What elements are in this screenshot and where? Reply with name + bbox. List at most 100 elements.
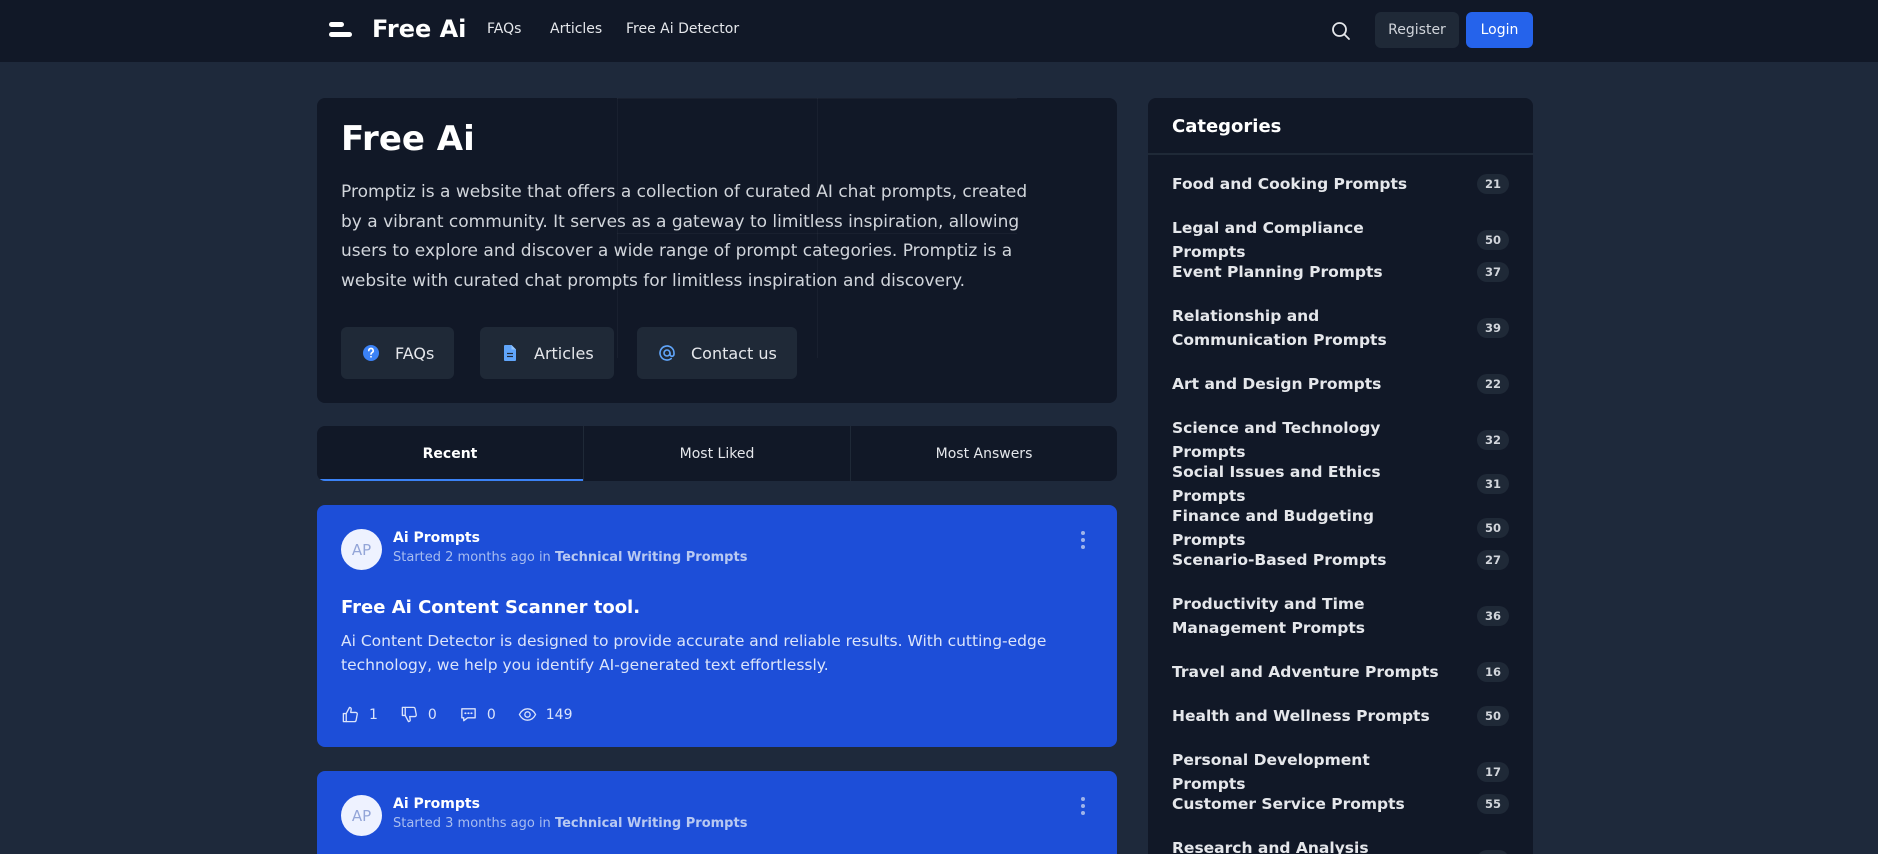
hero-title: Free Ai: [341, 119, 475, 159]
category-count-badge: 37: [1477, 262, 1509, 282]
tab-recent[interactable]: Recent: [317, 426, 584, 481]
category-label: Productivity and Time Management Prompts: [1172, 595, 1366, 637]
comment-icon: [461, 708, 476, 722]
avatar[interactable]: AP: [341, 529, 382, 570]
category-count-badge: 39: [1477, 318, 1509, 338]
dislike-button[interactable]: 0: [400, 705, 437, 724]
category-label: Travel and Adventure Prompts: [1172, 663, 1439, 681]
more-options-icon[interactable]: [1080, 797, 1086, 815]
category-label: Science and Technology Prompts: [1172, 419, 1381, 461]
dislike-count: 0: [427, 706, 437, 723]
nav-link-faqs[interactable]: FAQs: [487, 20, 521, 38]
category-label: Personal Development Prompts: [1172, 751, 1370, 793]
post-started-text: Started 2 months ago in: [393, 550, 551, 565]
brand-name[interactable]: Free Ai: [372, 14, 466, 44]
category-item[interactable]: Research and Analysis Prompts 39: [1172, 836, 1509, 854]
category-item[interactable]: Productivity and Time Management Prompts…: [1172, 592, 1509, 640]
login-button[interactable]: Login: [1466, 12, 1533, 48]
category-count-badge: 50: [1477, 518, 1509, 538]
category-label: Social Issues and Ethics Prompts: [1172, 463, 1381, 505]
hero-contact-label: Contact us: [691, 343, 777, 363]
thumbs-up-icon: [342, 706, 358, 723]
category-count-badge: 17: [1477, 762, 1509, 782]
post-card[interactable]: AP Ai Prompts Started 3 months ago in Te…: [317, 771, 1117, 854]
category-label: Event Planning Prompts: [1172, 263, 1383, 281]
hero-card: Free Ai Promptiz is a website that offer…: [317, 98, 1117, 403]
category-label: Food and Cooking Prompts: [1172, 175, 1408, 193]
category-count-badge: 39: [1477, 850, 1509, 854]
category-label: Customer Service Prompts: [1172, 795, 1405, 813]
post-meta: Started 2 months ago in Technical Writin…: [393, 549, 747, 567]
hero-faqs-button[interactable]: FAQs: [341, 327, 455, 379]
post-sort-tabs: Recent Most Liked Most Answers: [317, 426, 1117, 481]
sidebar-title: Categories: [1172, 116, 1282, 137]
category-count-badge: 16: [1477, 662, 1509, 682]
top-navbar: Free Ai FAQs Articles Free Ai Detector R…: [0, 0, 1878, 62]
category-count-badge: 21: [1477, 174, 1509, 194]
category-item[interactable]: Customer Service Prompts 55: [1172, 792, 1509, 816]
category-item[interactable]: Relationship and Communication Prompts 3…: [1172, 304, 1509, 352]
category-item[interactable]: Scenario-Based Prompts 27: [1172, 548, 1509, 572]
post-stats: 1 0 0 149: [341, 705, 573, 724]
search-icon[interactable]: [1329, 19, 1353, 43]
sidebar-divider: [1148, 153, 1533, 155]
post-meta: Started 3 months ago in Technical Writin…: [393, 815, 747, 833]
category-count-badge: 50: [1477, 230, 1509, 250]
comments-button[interactable]: 0: [459, 705, 496, 724]
category-item[interactable]: Travel and Adventure Prompts 16: [1172, 660, 1509, 684]
question-circle-icon: [363, 345, 379, 361]
category-count-badge: 36: [1477, 606, 1509, 626]
category-label: Relationship and Communication Prompts: [1172, 307, 1387, 349]
category-label: Art and Design Prompts: [1172, 375, 1382, 393]
post-category-link[interactable]: Technical Writing Prompts: [555, 816, 748, 831]
category-item[interactable]: Social Issues and Ethics Prompts 31: [1172, 460, 1509, 508]
category-item[interactable]: Finance and Budgeting Prompts 50: [1172, 504, 1509, 552]
category-item[interactable]: Event Planning Prompts 37: [1172, 260, 1509, 284]
like-count: 1: [369, 706, 378, 723]
at-sign-icon: [659, 345, 675, 361]
register-button[interactable]: Register: [1375, 12, 1459, 48]
category-label: Scenario-Based Prompts: [1172, 551, 1387, 569]
category-count-badge: 32: [1477, 430, 1509, 450]
thumbs-down-icon: [401, 706, 417, 723]
hero-contact-button[interactable]: Contact us: [637, 327, 797, 379]
hero-articles-button[interactable]: Articles: [480, 327, 614, 379]
category-count-badge: 27: [1477, 550, 1509, 570]
post-title[interactable]: Free Ai Content Scanner tool.: [341, 596, 640, 620]
category-count-badge: 55: [1477, 794, 1509, 814]
categories-sidebar: Categories Food and Cooking Prompts 21 L…: [1148, 98, 1533, 854]
tab-most-liked[interactable]: Most Liked: [584, 426, 851, 481]
post-started-text: Started 3 months ago in: [393, 816, 551, 831]
category-item[interactable]: Art and Design Prompts 22: [1172, 372, 1509, 396]
comment-count: 0: [486, 706, 496, 723]
hero-faqs-label: FAQs: [395, 343, 435, 363]
nav-link-free-ai-detector[interactable]: Free Ai Detector: [626, 20, 739, 38]
like-button[interactable]: 1: [341, 705, 378, 724]
nav-link-articles[interactable]: Articles: [550, 20, 602, 38]
hero-description: Promptiz is a website that offers a coll…: [341, 182, 1028, 291]
views-indicator: 149: [518, 705, 573, 724]
category-item[interactable]: Personal Development Prompts 17: [1172, 748, 1509, 796]
post-category-link[interactable]: Technical Writing Prompts: [555, 550, 748, 565]
post-excerpt: Ai Content Detector is designed to provi…: [341, 632, 1047, 674]
category-item[interactable]: Legal and Compliance Prompts 50: [1172, 216, 1509, 264]
category-item[interactable]: Health and Wellness Prompts 50: [1172, 704, 1509, 728]
more-options-icon[interactable]: [1080, 531, 1086, 549]
avatar[interactable]: AP: [341, 795, 382, 836]
logo-icon[interactable]: [329, 22, 352, 38]
category-count-badge: 50: [1477, 706, 1509, 726]
category-count-badge: 22: [1477, 374, 1509, 394]
eye-icon: [518, 708, 537, 721]
document-icon: [504, 345, 516, 361]
category-label: Legal and Compliance Prompts: [1172, 219, 1364, 261]
category-item[interactable]: Food and Cooking Prompts 21: [1172, 172, 1509, 196]
view-count: 149: [545, 706, 573, 723]
hero-articles-label: Articles: [534, 343, 594, 363]
post-author[interactable]: Ai Prompts: [393, 529, 480, 547]
category-label: Research and Analysis Prompts: [1172, 839, 1369, 854]
post-card[interactable]: AP Ai Prompts Started 2 months ago in Te…: [317, 505, 1117, 747]
category-item[interactable]: Science and Technology Prompts 32: [1172, 416, 1509, 464]
post-author[interactable]: Ai Prompts: [393, 795, 480, 813]
tab-most-answers[interactable]: Most Answers: [851, 426, 1117, 481]
category-label: Finance and Budgeting Prompts: [1172, 507, 1374, 549]
